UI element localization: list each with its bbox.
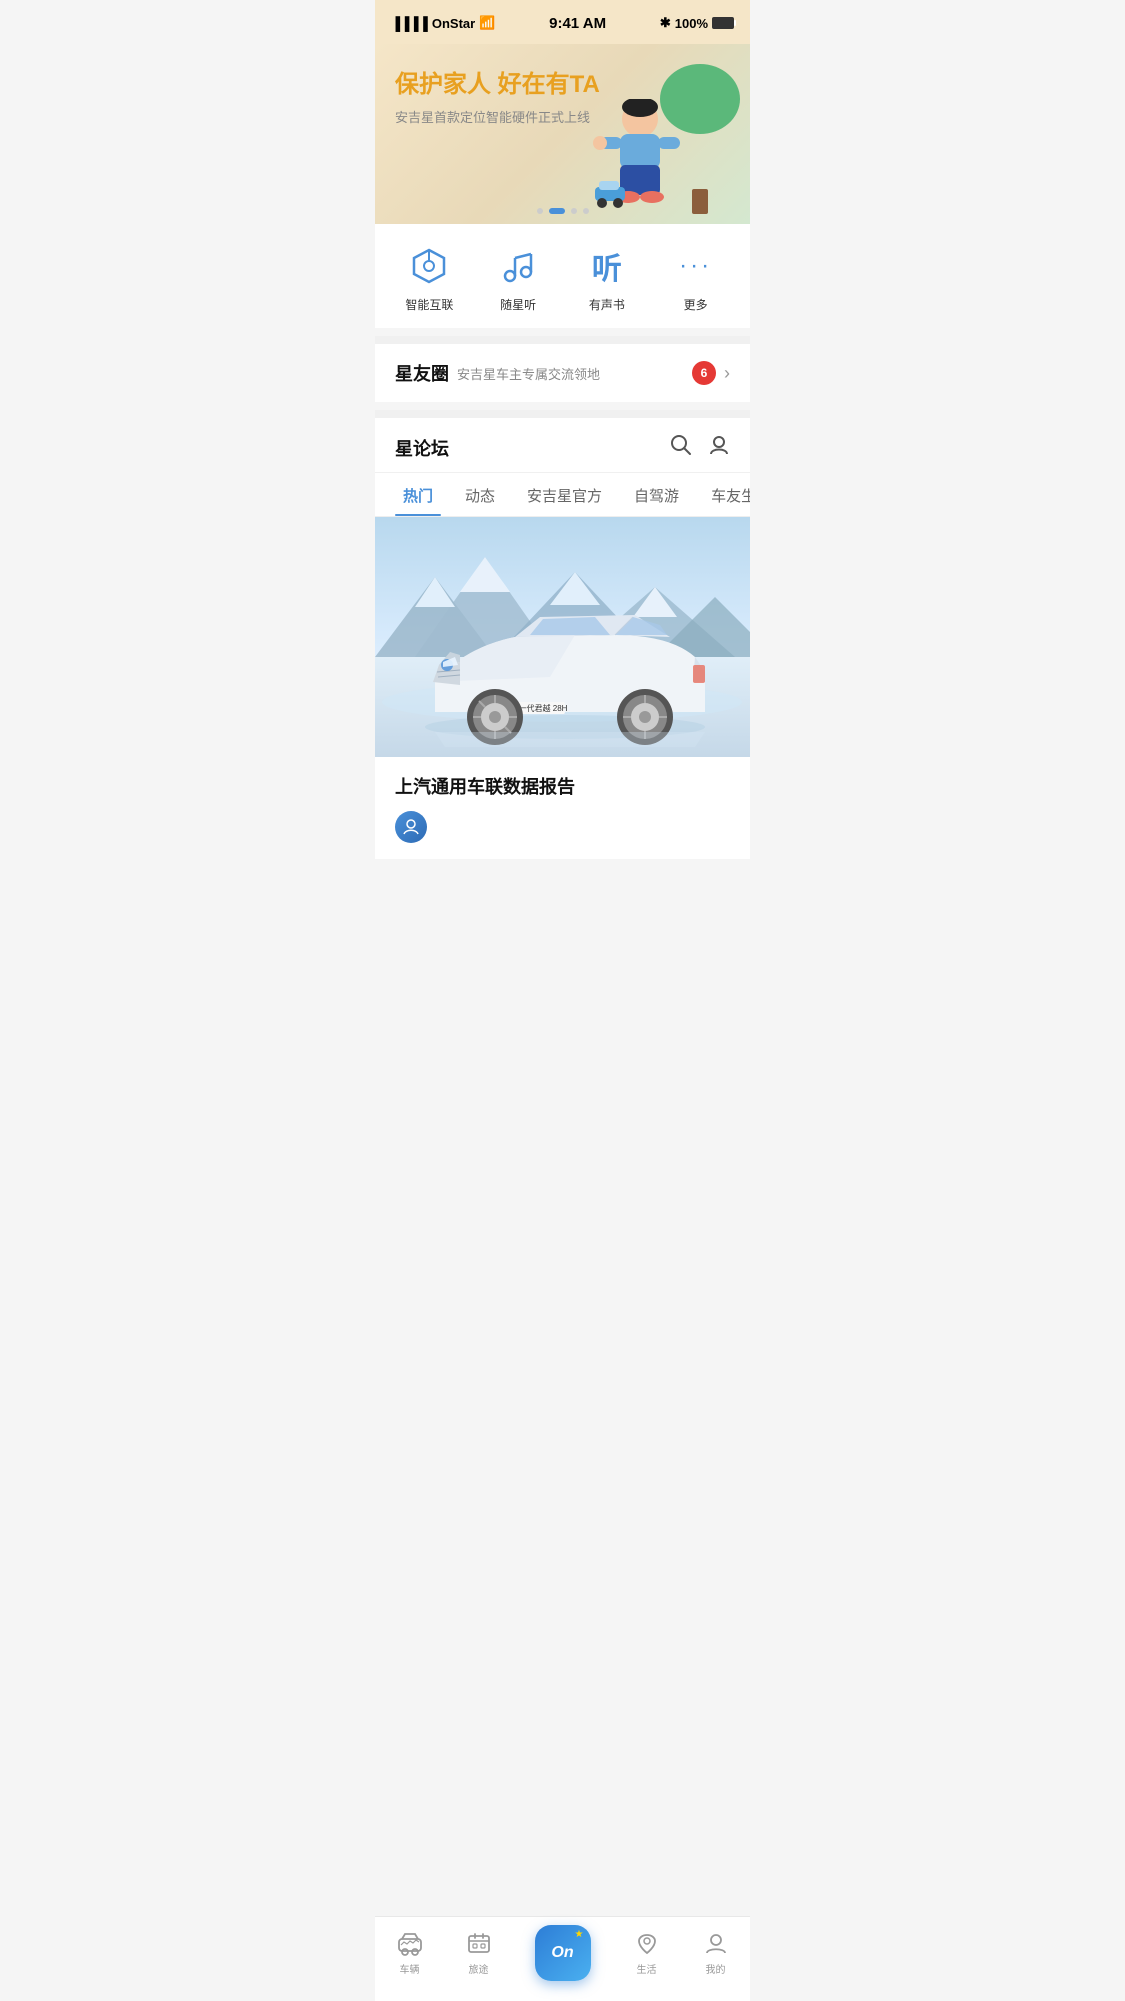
travel-icon — [466, 1931, 492, 1957]
nav-item-life[interactable]: 生活 — [624, 1931, 670, 1976]
star-friend-subtitle: 安吉星车主专属交流领地 — [457, 364, 684, 383]
life-icon — [634, 1931, 660, 1957]
quick-actions: 智能互联 随星听 听 有声书 · — [375, 224, 750, 328]
tab-lifestyle[interactable]: 车友生活 — [703, 473, 750, 516]
status-right: ✱ 100% — [660, 15, 734, 31]
forum-section: 星论坛 热门 — [375, 418, 750, 859]
vehicle-icon — [397, 1931, 423, 1957]
notification-badge: 6 — [692, 361, 716, 385]
status-left: ▐▐▐▐ OnStar 📶 — [391, 15, 495, 31]
post-avatar — [395, 811, 427, 843]
status-time: 9:41 AM — [549, 15, 606, 32]
nav-label-travel: 旅途 — [469, 1961, 489, 1976]
nav-label-life: 生活 — [637, 1961, 657, 1976]
divider-1 — [375, 336, 750, 344]
bluetooth-icon: ✱ — [660, 15, 671, 31]
action-label-2: 有声书 — [589, 296, 625, 313]
nav-label-vehicle: 车辆 — [400, 1961, 420, 1976]
chevron-right-icon: › — [724, 363, 730, 384]
mine-icon — [703, 1931, 729, 1957]
nav-item-on[interactable]: On ★ — [525, 1925, 601, 1981]
tab-hot[interactable]: 热门 — [395, 473, 441, 516]
battery-percent: 100% — [675, 16, 708, 31]
car-image-container: 全新一代君越 28H — [375, 517, 750, 757]
divider-2 — [375, 410, 750, 418]
more-dots-icon: ··· — [674, 244, 718, 288]
nav-item-vehicle[interactable]: 车辆 — [387, 1931, 433, 1976]
tab-dynamic[interactable]: 动态 — [457, 473, 503, 516]
star-icon: ★ — [575, 1929, 587, 1941]
action-audiobook[interactable]: 听 有声书 — [577, 244, 637, 313]
nav-label-mine: 我的 — [706, 1961, 726, 1976]
hexagon-icon — [407, 244, 451, 288]
star-friend-title: 星友圈 — [395, 360, 449, 386]
dot-2-active[interactable] — [549, 208, 565, 214]
hero-banner[interactable]: 保护家人 好在有TA 安吉星首款定位智能硬件正式上线 — [375, 44, 750, 224]
action-label-3: 更多 — [684, 296, 708, 313]
status-bar: ▐▐▐▐ OnStar 📶 9:41 AM ✱ 100% — [375, 0, 750, 44]
action-label-1: 随星听 — [500, 296, 536, 313]
boy-illustration — [590, 99, 690, 209]
dot-3[interactable] — [571, 208, 577, 214]
post-avatar-row — [395, 811, 730, 843]
search-icon[interactable] — [670, 434, 692, 462]
forum-title: 星论坛 — [395, 435, 670, 461]
battery-icon — [712, 17, 734, 29]
user-icon[interactable] — [708, 434, 730, 462]
signal-icon: ▐▐▐▐ — [391, 16, 428, 31]
forum-header: 星论坛 — [375, 418, 750, 473]
action-more[interactable]: ··· 更多 — [666, 244, 726, 313]
listen-icon: 听 — [585, 244, 629, 288]
car-illustration: 全新一代君越 28H — [375, 517, 750, 757]
carrier-name: OnStar — [432, 16, 475, 31]
forum-tabs: 热门 动态 安吉星官方 自驾游 车友生活 汽 — [375, 473, 750, 517]
tab-roadtrip[interactable]: 自驾游 — [626, 473, 687, 516]
post-title: 上汽通用车联数据报告 — [395, 773, 730, 799]
on-text: On — [551, 1944, 573, 1962]
music-icon — [496, 244, 540, 288]
action-smart-connect[interactable]: 智能互联 — [399, 244, 459, 313]
nav-item-travel[interactable]: 旅途 — [456, 1931, 502, 1976]
action-music[interactable]: 随星听 — [488, 244, 548, 313]
onstar-center-button[interactable]: On ★ — [535, 1925, 591, 1981]
nav-item-mine[interactable]: 我的 — [693, 1931, 739, 1976]
forum-actions — [670, 434, 730, 462]
star-friend-section[interactable]: 星友圈 安吉星车主专属交流领地 6 › — [375, 344, 750, 402]
bottom-nav: 车辆 旅途 On ★ — [375, 1916, 750, 2001]
wifi-icon: 📶 — [479, 15, 495, 31]
banner-pagination — [537, 208, 589, 214]
dot-4[interactable] — [583, 208, 589, 214]
tree-trunk — [692, 189, 708, 214]
post-info: 上汽通用车联数据报告 — [375, 757, 750, 859]
tab-official[interactable]: 安吉星官方 — [519, 473, 610, 516]
car-post[interactable]: 全新一代君越 28H — [375, 517, 750, 859]
action-label-0: 智能互联 — [405, 296, 453, 313]
dot-1[interactable] — [537, 208, 543, 214]
